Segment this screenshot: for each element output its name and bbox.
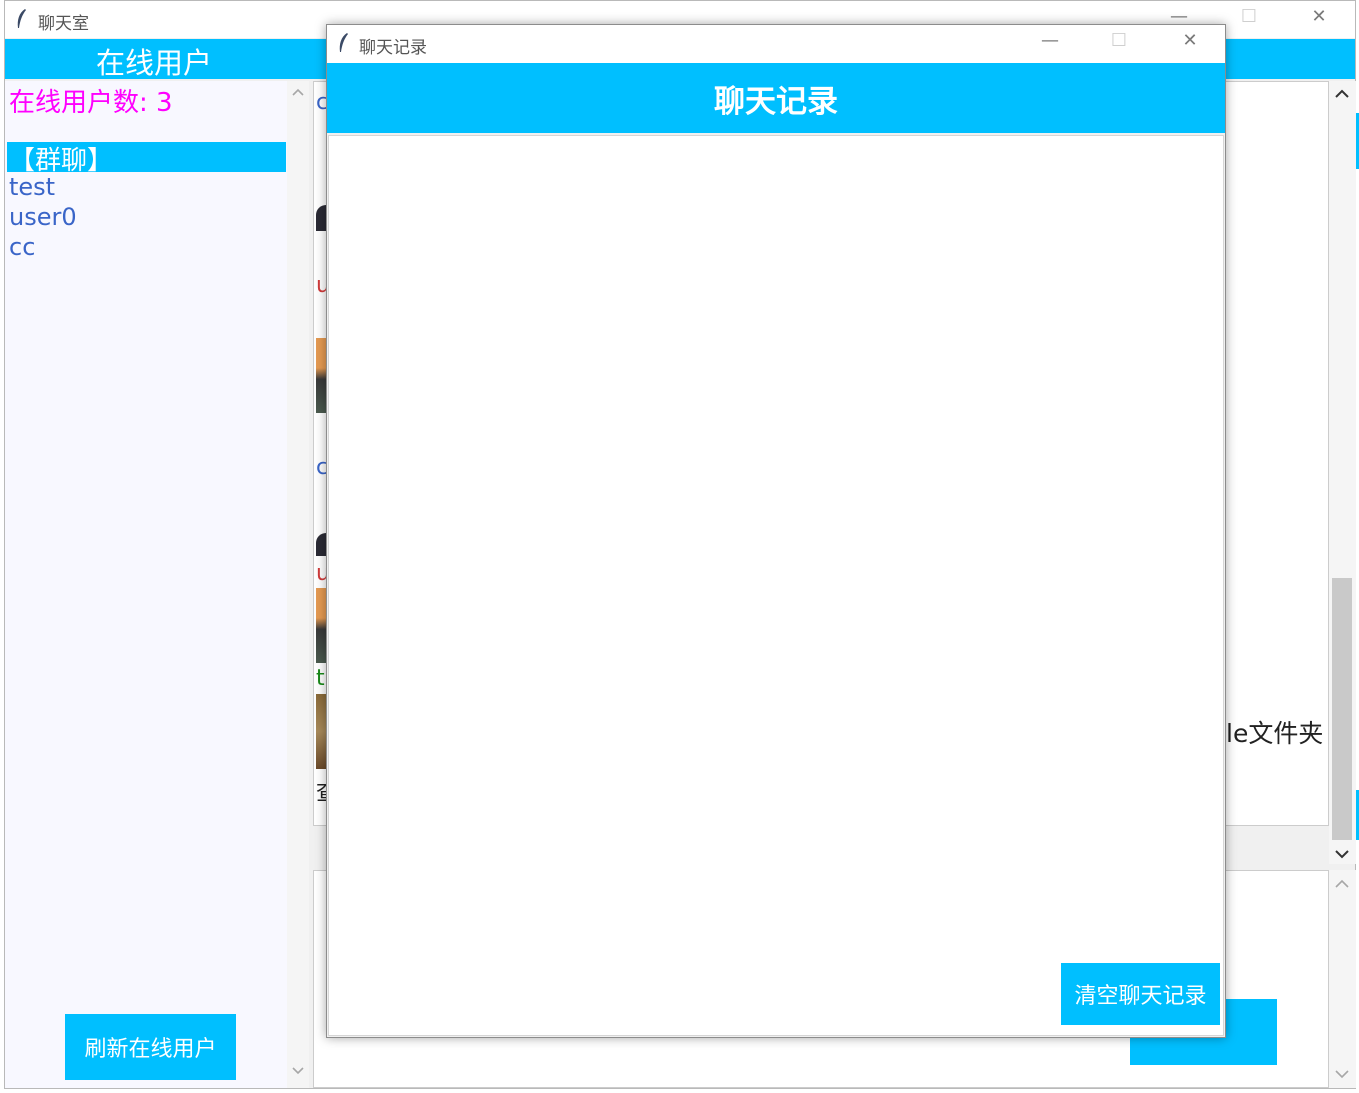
chat-history-text-area[interactable] [328,135,1224,1036]
scroll-down-icon[interactable] [1334,848,1350,860]
close-icon[interactable]: ✕ [1306,6,1332,27]
list-item-user[interactable]: user0 [9,203,77,231]
online-users-title: 在线用户 [96,46,213,80]
chat-fragment: t [316,666,325,691]
chat-image [316,588,326,663]
list-item-user[interactable]: cc [9,233,35,261]
input-scrollbar[interactable] [1329,870,1356,1088]
feather-icon [17,9,26,28]
list-item-user[interactable]: test [9,173,55,201]
scroll-up-icon[interactable] [1334,88,1350,100]
chat-scrollbar-thumb[interactable] [1332,578,1352,840]
chat-history-header: 聊天记录 [327,63,1225,133]
avatar [316,533,326,556]
group-chat-label[interactable]: 【群聊】 [9,140,113,177]
chat-image [316,338,326,413]
maximize-icon[interactable]: ☐ [1236,6,1262,27]
close-icon[interactable]: ✕ [1177,30,1203,51]
clear-chat-history-button[interactable]: 清空聊天记录 [1061,963,1220,1025]
scroll-up-icon[interactable] [291,87,305,97]
minimize-icon[interactable]: — [1037,30,1063,51]
scroll-up-icon[interactable] [1334,878,1350,890]
main-window-title: 聊天室 [38,14,89,34]
maximize-icon[interactable]: ☐ [1106,30,1132,51]
refresh-online-users-button[interactable]: 刷新在线用户 [65,1014,236,1080]
user-list-scrollbar[interactable] [287,81,309,1088]
online-user-count: 在线用户数: 3 [9,88,173,118]
avatar [316,205,326,231]
scroll-down-icon[interactable] [291,1066,305,1076]
online-user-list[interactable] [5,81,287,1088]
dialog-title: 聊天记录 [359,38,427,58]
chat-image [316,694,326,769]
dialog-titlebar[interactable] [327,25,1225,63]
scroll-down-icon[interactable] [1334,1068,1350,1080]
file-folder-text: le文件夹 [1226,719,1324,748]
feather-icon [339,33,348,52]
